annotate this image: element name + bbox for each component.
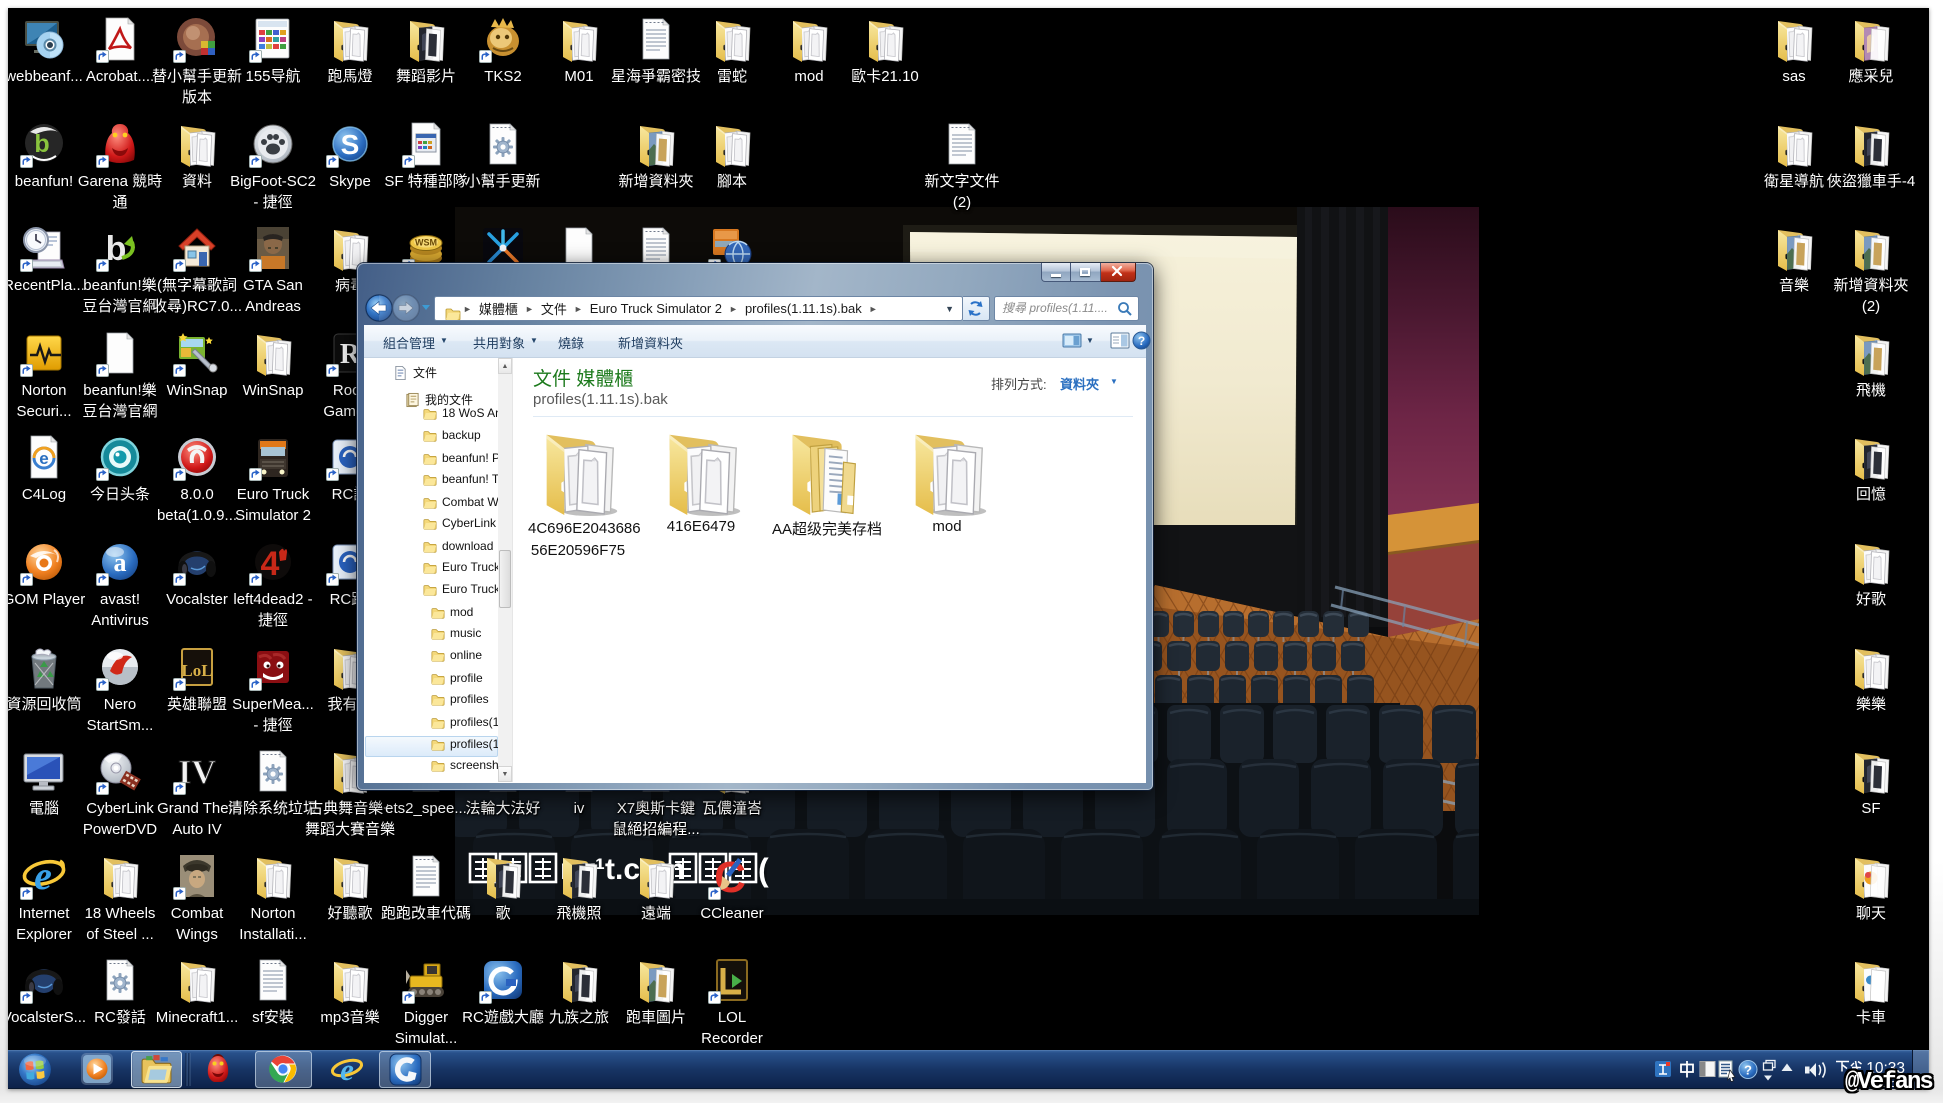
svg-text:(: ( (758, 852, 769, 888)
svg-text:?: ? (1744, 1063, 1752, 1078)
svg-text:?: ? (1138, 334, 1145, 348)
svg-text:e: e (340, 1052, 354, 1087)
